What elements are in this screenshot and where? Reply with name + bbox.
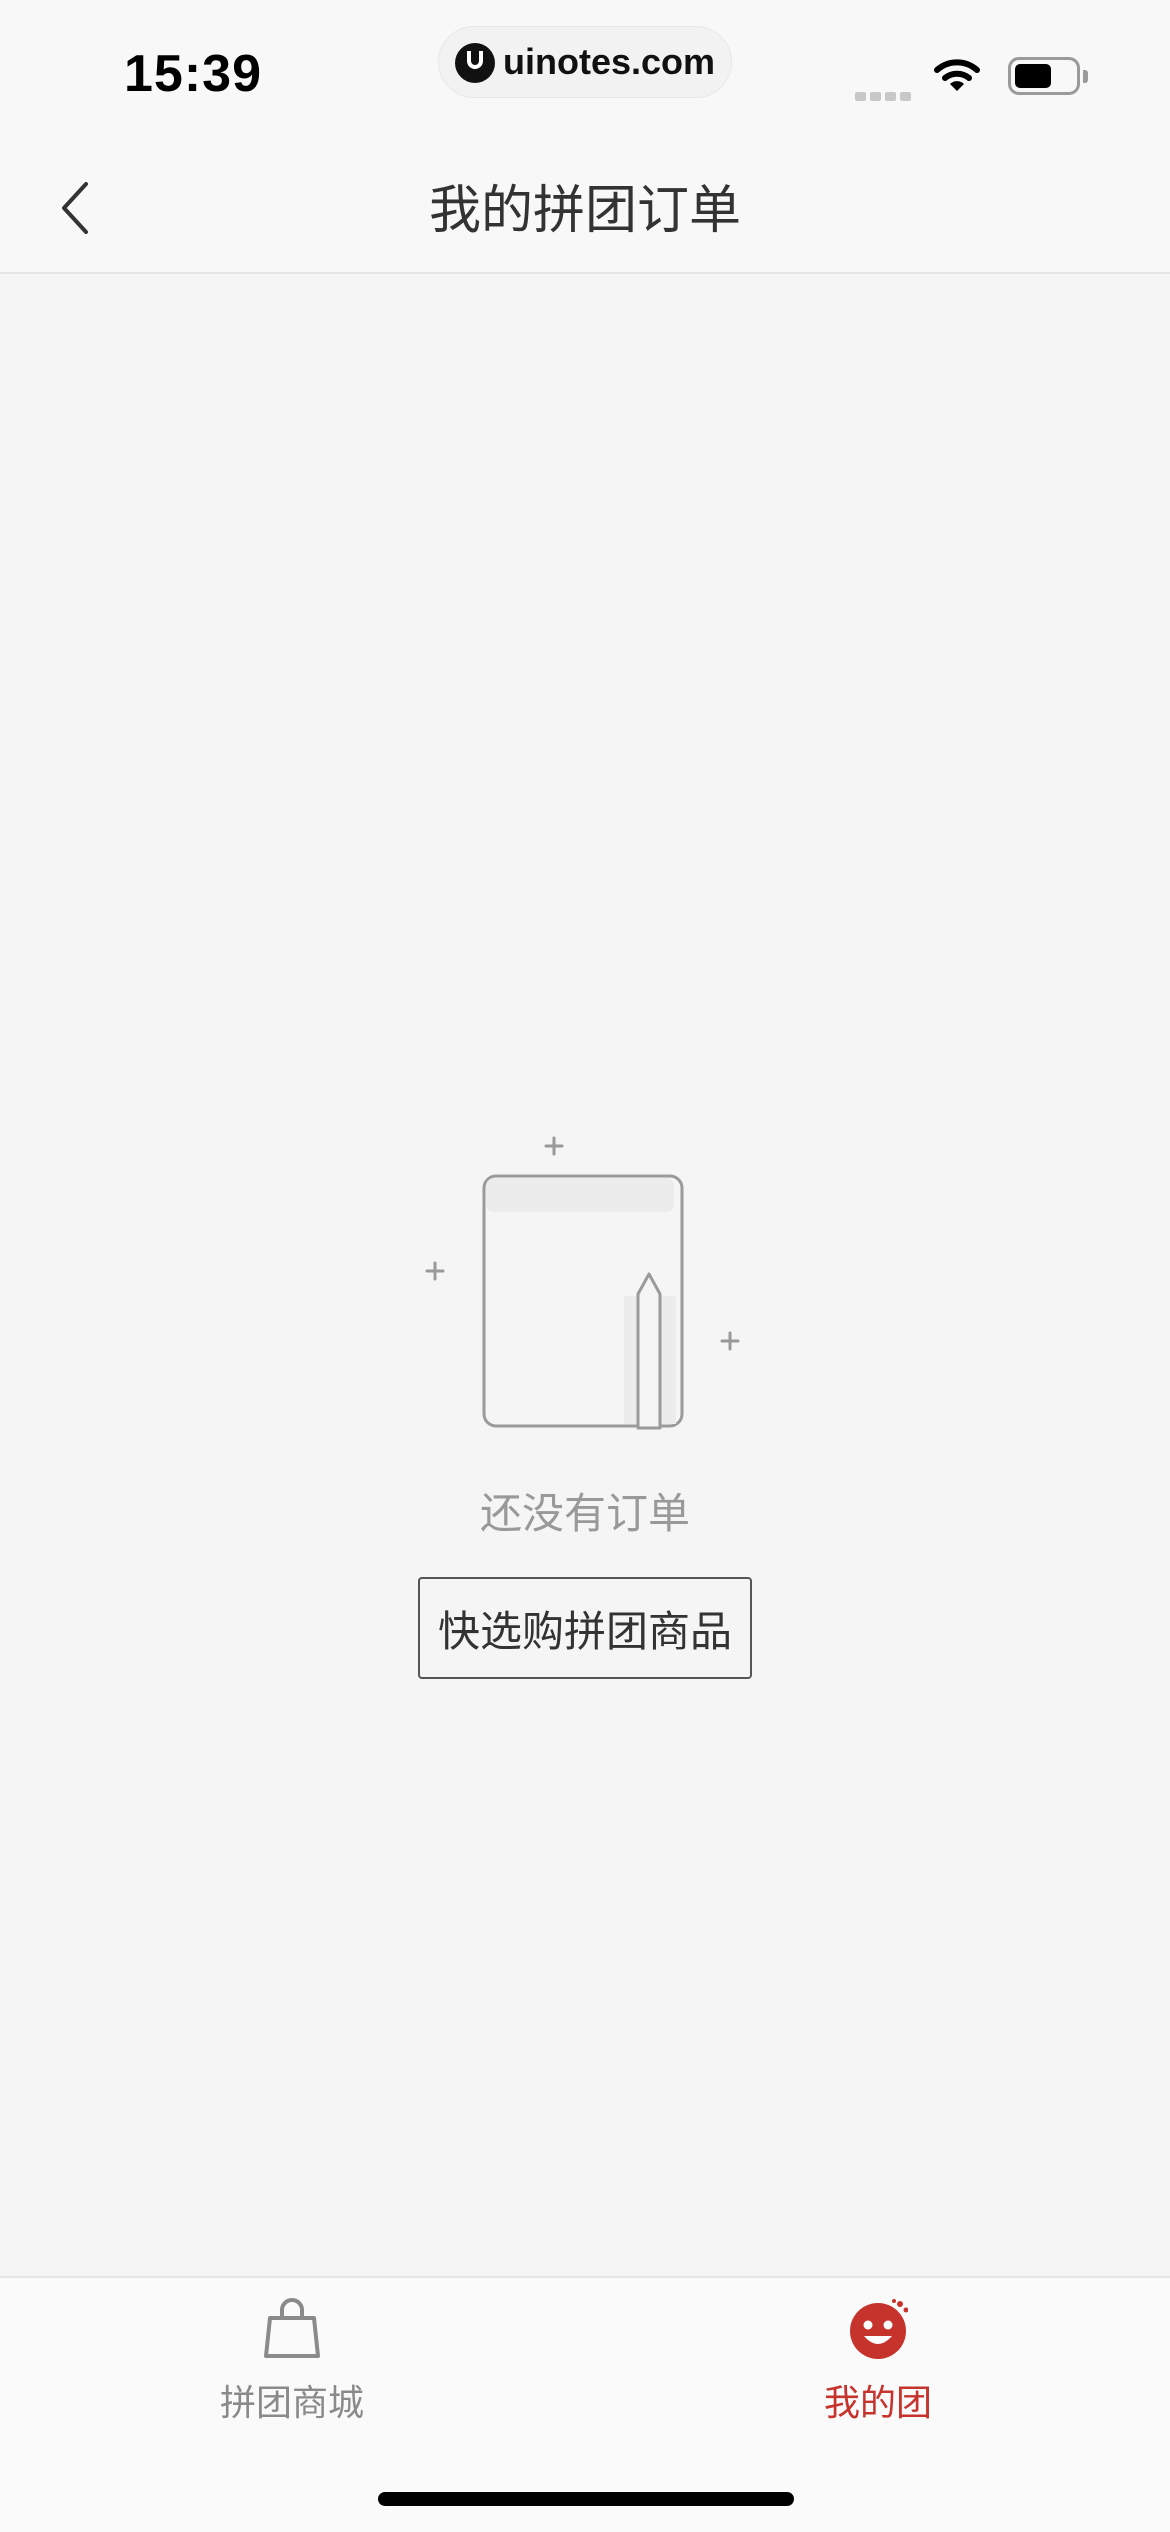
site-logo-icon — [455, 43, 495, 83]
tab-label: 我的团 — [823, 2383, 932, 2424]
tab-group-mall[interactable]: 拼团商城 — [142, 2298, 442, 2438]
tab-my-group[interactable]: 我的团 — [728, 2298, 1028, 2438]
page-title: 我的拼团订单 — [428, 181, 741, 241]
empty-message: 还没有订单 — [479, 1489, 690, 1538]
home-indicator[interactable] — [378, 2492, 794, 2506]
cellular-signal-icon — [855, 86, 915, 105]
smiley-face-icon — [850, 2299, 908, 2359]
url-text: uinotes.com — [503, 41, 716, 82]
battery-icon — [1008, 57, 1088, 97]
tab-label: 拼团商城 — [219, 2383, 364, 2424]
notebook-pencil-icon — [425, 1136, 740, 1430]
wifi-icon — [934, 59, 980, 91]
status-time: 15:39 — [124, 45, 262, 103]
shopping-bag-icon — [264, 2298, 320, 2358]
shop-group-buy-button[interactable]: 快选购拼团商品 — [418, 1577, 752, 1679]
status-bar: 15:39 uinotes.com — [0, 0, 1170, 140]
url-pill[interactable]: uinotes.com — [438, 26, 732, 98]
nav-bar: 我的拼团订单 — [0, 140, 1170, 274]
